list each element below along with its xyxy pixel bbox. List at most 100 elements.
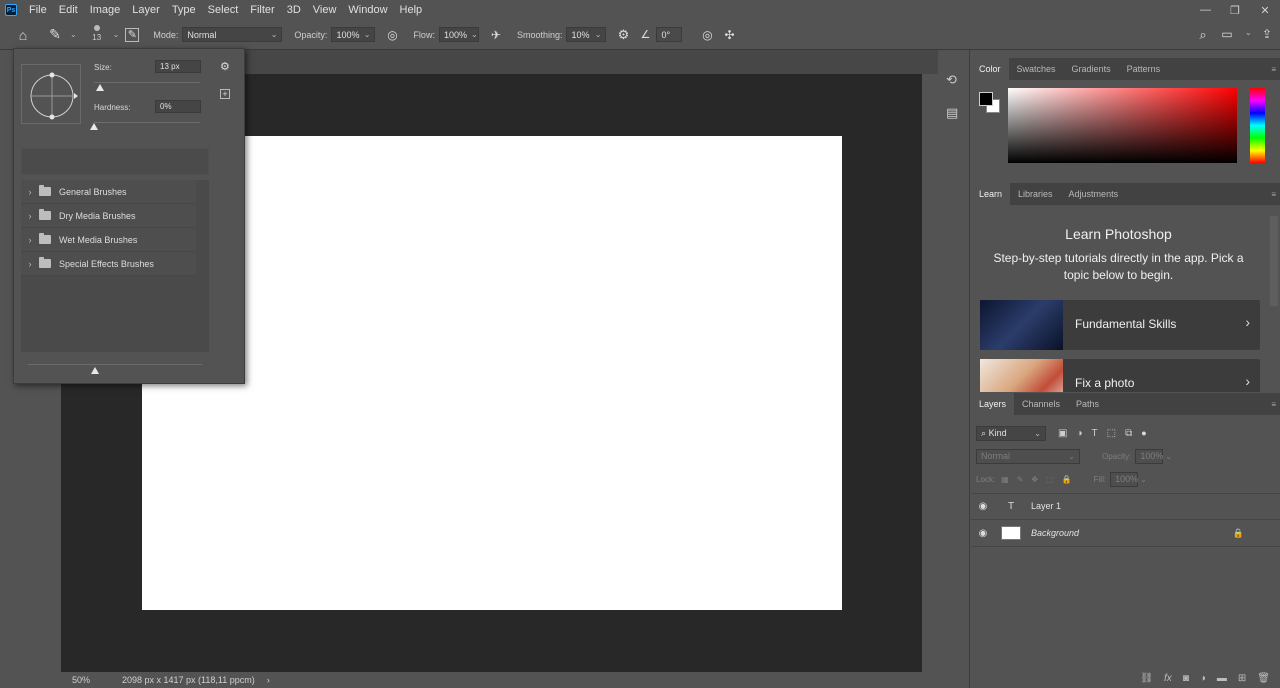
gear-icon[interactable]: ⚙	[220, 60, 230, 73]
status-arrow-icon[interactable]: ›	[267, 675, 270, 685]
tab-layers[interactable]: Layers	[971, 393, 1015, 415]
layer-name[interactable]: Background	[1031, 528, 1079, 538]
layer-opacity-input[interactable]: 100%	[1135, 448, 1163, 464]
hardness-slider-track[interactable]	[94, 122, 200, 123]
share-icon[interactable]: ⇪	[1256, 27, 1278, 41]
menu-layer[interactable]: Layer	[126, 0, 166, 20]
color-picker-field[interactable]	[1008, 88, 1237, 163]
menu-window[interactable]: Window	[342, 0, 393, 20]
new-preset-icon[interactable]: +	[220, 89, 230, 99]
preview-size-slider-thumb[interactable]	[91, 367, 99, 374]
home-icon[interactable]: ⌂	[12, 27, 34, 43]
size-slider-track[interactable]	[94, 82, 200, 83]
blend-mode-select[interactable]: Normal ⌄	[976, 448, 1080, 464]
size-slider-thumb[interactable]	[96, 84, 105, 91]
new-group-icon[interactable]: ▬	[1217, 673, 1227, 684]
lock-all-icon[interactable]: 🔒	[1062, 475, 1072, 484]
size-input[interactable]: 13 px	[155, 60, 201, 73]
menu-file[interactable]: File	[23, 0, 53, 20]
brush-tip-preview[interactable]	[21, 64, 81, 124]
brush-settings-icon[interactable]: ✎	[125, 27, 140, 42]
tab-color[interactable]: Color	[971, 58, 1009, 80]
tab-libraries[interactable]: Libraries	[1010, 183, 1061, 205]
minimize-icon[interactable]: —	[1200, 4, 1211, 16]
brush-picker-caret-icon[interactable]: ⌄	[113, 30, 120, 39]
flow-input[interactable]: 100% ⌄	[438, 27, 479, 42]
smoothing-input[interactable]: 10% ⌄	[566, 27, 607, 42]
lock-position-icon[interactable]: ✥	[1031, 475, 1038, 484]
angle-input[interactable]: 0°	[656, 27, 683, 42]
pressure-size-icon[interactable]: ◎	[696, 28, 718, 42]
tab-learn[interactable]: Learn	[971, 183, 1011, 205]
link-layers-icon[interactable]: ⛓	[1140, 673, 1153, 684]
lock-transparent-icon[interactable]: ▦	[1001, 475, 1009, 484]
layer-row[interactable]: ◉ Background 🔒	[971, 520, 1266, 546]
workspace-icon[interactable]: ▭	[1216, 27, 1238, 41]
panel-menu-icon[interactable]: ≡	[1271, 190, 1276, 199]
history-icon[interactable]: ⟲	[946, 72, 957, 88]
adjustment-layer-icon[interactable]: ◑	[1200, 673, 1206, 684]
filter-toggle-icon[interactable]: ●	[1141, 428, 1146, 438]
preview-size-slider-track[interactable]	[28, 364, 202, 365]
canvas[interactable]	[142, 136, 842, 610]
chevron-right-icon[interactable]: ›	[21, 259, 39, 269]
hue-slider[interactable]	[1250, 88, 1265, 163]
brush-preset-picker[interactable]: 13	[85, 25, 109, 42]
tab-swatches[interactable]: Swatches	[1009, 58, 1064, 80]
fx-icon[interactable]: fx	[1164, 673, 1172, 684]
layer-row[interactable]: ◉ T Layer 1	[971, 493, 1266, 519]
trash-icon[interactable]: 🗑	[1257, 673, 1270, 684]
learn-card-fix-a-photo[interactable]: Fix a photo ›	[980, 359, 1260, 392]
filter-type-icon[interactable]: T	[1092, 428, 1098, 439]
learn-card-fundamental-skills[interactable]: Fundamental Skills ›	[980, 300, 1260, 350]
tab-patterns[interactable]: Patterns	[1119, 58, 1169, 80]
brush-tool-icon[interactable]: ✎	[44, 26, 66, 43]
menu-image[interactable]: Image	[84, 0, 127, 20]
brush-folder[interactable]: › Wet Media Brushes	[21, 228, 196, 252]
lock-artboard-icon[interactable]: ⬚	[1046, 475, 1054, 484]
visibility-eye-icon[interactable]: ◉	[971, 528, 995, 539]
filter-smart-object-icon[interactable]: ⧉	[1125, 428, 1132, 439]
foreground-color-swatch[interactable]	[979, 92, 993, 106]
menu-help[interactable]: Help	[394, 0, 429, 20]
menu-select[interactable]: Select	[202, 0, 245, 20]
menu-3d[interactable]: 3D	[281, 0, 307, 20]
close-icon[interactable]: ✕	[1260, 4, 1270, 17]
filter-image-icon[interactable]: ▣	[1058, 428, 1067, 439]
pressure-opacity-icon[interactable]: ◎	[381, 28, 403, 42]
tab-adjustments[interactable]: Adjustments	[1061, 183, 1127, 205]
lock-pixels-icon[interactable]: ✎	[1017, 475, 1024, 484]
brush-folder[interactable]: › General Brushes	[21, 180, 196, 204]
panel-menu-icon[interactable]: ≡	[1271, 65, 1276, 74]
menu-filter[interactable]: Filter	[244, 0, 280, 20]
tab-gradients[interactable]: Gradients	[1064, 58, 1119, 80]
layer-name[interactable]: Layer 1	[1031, 501, 1061, 511]
mode-select[interactable]: Normal ⌄	[182, 27, 283, 42]
search-icon[interactable]: ⌕	[1192, 27, 1214, 43]
tab-channels[interactable]: Channels	[1014, 393, 1068, 415]
brush-folder[interactable]: › Dry Media Brushes	[21, 204, 196, 228]
gear-icon[interactable]: ⚙	[612, 27, 634, 43]
chevron-down-icon[interactable]: ⌄	[1165, 452, 1172, 461]
zoom-level[interactable]: 50%	[72, 675, 122, 685]
opacity-input[interactable]: 100% ⌄	[331, 27, 376, 42]
learn-scrollbar[interactable]	[1270, 216, 1278, 306]
tab-paths[interactable]: Paths	[1068, 393, 1107, 415]
symmetry-icon[interactable]: ✣	[718, 28, 740, 42]
visibility-eye-icon[interactable]: ◉	[971, 501, 995, 512]
chevron-down-icon[interactable]: ⌄	[1140, 475, 1147, 484]
chevron-right-icon[interactable]: ›	[21, 235, 39, 245]
new-layer-icon[interactable]: ⊞	[1238, 673, 1246, 684]
menu-type[interactable]: Type	[166, 0, 202, 20]
add-mask-icon[interactable]: ◙	[1183, 673, 1189, 684]
menu-edit[interactable]: Edit	[53, 0, 84, 20]
brush-folder[interactable]: › Special Effects Brushes	[21, 252, 196, 276]
layer-filter-select[interactable]: ⌕ Kind ⌄	[976, 425, 1046, 441]
tool-preset-caret-icon[interactable]: ⌄	[70, 30, 77, 39]
fill-input[interactable]: 100%	[1110, 471, 1138, 487]
filter-adjustment-icon[interactable]: ◑	[1076, 428, 1082, 439]
menu-view[interactable]: View	[307, 0, 343, 20]
brush-search-field[interactable]	[21, 148, 209, 175]
workspace-caret-icon[interactable]: ⌄	[1245, 28, 1252, 37]
hardness-slider-thumb[interactable]	[90, 123, 98, 130]
